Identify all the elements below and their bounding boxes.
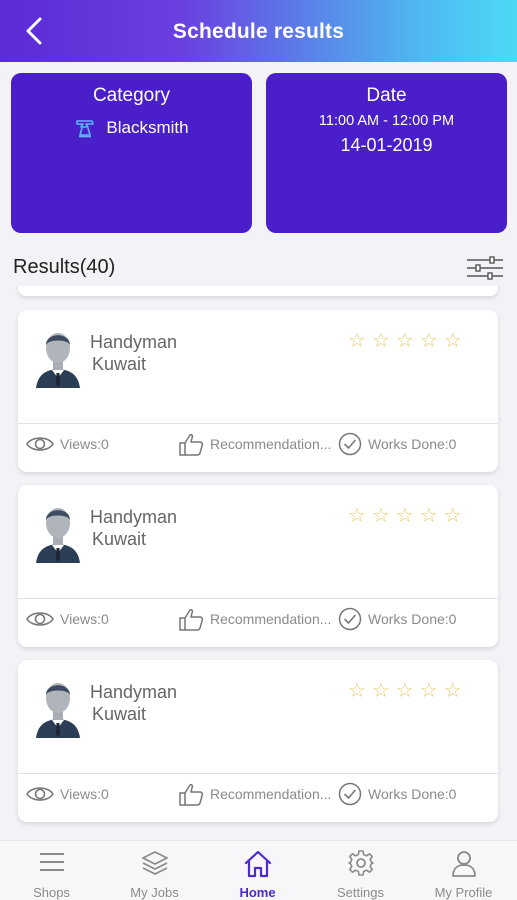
header-bar: Schedule results <box>0 0 517 62</box>
views-count: Views:0 <box>60 436 109 452</box>
thumbs-up-icon <box>179 434 204 456</box>
divider <box>18 423 498 424</box>
thumbs-up-icon <box>179 609 204 631</box>
eye-icon <box>26 437 54 451</box>
tab-label: Settings <box>337 885 384 900</box>
check-circle-icon <box>338 782 362 806</box>
tab-label: My Profile <box>434 885 493 900</box>
tab-settings[interactable]: Settings <box>309 841 412 900</box>
star-icon: ☆ <box>419 330 438 352</box>
result-name: Handyman <box>90 332 178 352</box>
star-icon: ☆ <box>443 505 462 527</box>
partial-result-card <box>18 286 498 296</box>
avatar <box>36 683 80 738</box>
tab-home[interactable]: Home <box>206 841 309 900</box>
rating-stars: ☆ ☆ ☆ ☆ ☆ <box>348 505 462 527</box>
views-stat[interactable]: Views:0 <box>26 779 109 809</box>
results-bar: Results(40) <box>0 250 517 286</box>
page-title: Schedule results <box>172 20 345 43</box>
eye-icon <box>26 612 54 626</box>
recommendations-text: Recommendation... <box>210 436 332 452</box>
results-count: Results(40) <box>13 256 116 278</box>
date-value: 14-01-2019 <box>340 135 433 155</box>
bottom-tab-bar: Shops My Jobs Home Settings My Profile <box>0 840 517 900</box>
star-icon: ☆ <box>395 505 414 527</box>
check-circle-icon <box>338 432 362 456</box>
category-value: Blacksmith <box>106 118 189 137</box>
star-icon: ☆ <box>348 330 366 352</box>
thumbs-up-icon <box>179 784 204 806</box>
works-done-stat[interactable]: Works Done:0 <box>338 429 456 459</box>
works-done-count: Works Done:0 <box>368 611 457 627</box>
recommendations-text: Recommendation... <box>210 786 332 802</box>
tab-my-jobs[interactable]: My Jobs <box>103 841 206 900</box>
works-done-stat[interactable]: Works Done:0 <box>338 604 456 634</box>
star-icon: ☆ <box>443 680 462 702</box>
star-icon: ☆ <box>371 505 390 527</box>
result-card[interactable]: Handyman Kuwait ☆ ☆ ☆ ☆ ☆ Views:0 Recomm… <box>18 310 498 472</box>
eye-icon <box>26 787 54 801</box>
menu-icon <box>39 853 64 871</box>
star-icon: ☆ <box>371 330 390 352</box>
star-icon: ☆ <box>371 680 390 702</box>
recommendations-stat[interactable]: Recommendation... <box>178 604 338 634</box>
views-count: Views:0 <box>60 611 109 627</box>
user-icon <box>451 851 476 877</box>
recommendations-stat[interactable]: Recommendation... <box>178 429 338 459</box>
result-name: Handyman <box>90 682 178 702</box>
star-icon: ☆ <box>395 680 414 702</box>
result-location: Kuwait <box>92 704 147 724</box>
results-list[interactable]: Handyman Kuwait ☆ ☆ ☆ ☆ ☆ Views:0 Recomm… <box>0 286 517 840</box>
sliders-icon <box>467 256 503 280</box>
star-icon: ☆ <box>419 680 438 702</box>
works-done-stat[interactable]: Works Done:0 <box>338 779 456 809</box>
tab-label: Shops <box>33 885 70 900</box>
recommendations-text: Recommendation... <box>210 611 332 627</box>
category-label: Category <box>92 85 171 106</box>
star-icon: ☆ <box>419 505 438 527</box>
anvil-icon <box>76 120 95 138</box>
recommendations-stat[interactable]: Recommendation... <box>178 779 338 809</box>
filter-button[interactable] <box>466 256 504 280</box>
tab-label: Home <box>239 885 276 900</box>
tab-my-profile[interactable]: My Profile <box>412 841 515 900</box>
works-done-count: Works Done:0 <box>368 786 457 802</box>
views-stat[interactable]: Views:0 <box>26 604 109 634</box>
time-range: 11:00 AM - 12:00 PM <box>318 113 455 129</box>
rating-stars: ☆ ☆ ☆ ☆ ☆ <box>348 680 462 702</box>
divider <box>18 598 498 599</box>
views-stat[interactable]: Views:0 <box>26 429 109 459</box>
date-card: Date 11:00 AM - 12:00 PM 14-01-2019 <box>266 73 507 233</box>
layers-icon <box>141 851 168 875</box>
category-card: Category Blacksmith <box>11 73 252 233</box>
result-location: Kuwait <box>92 354 147 374</box>
views-count: Views:0 <box>60 786 109 802</box>
result-card[interactable]: Handyman Kuwait ☆ ☆ ☆ ☆ ☆ Views:0 Recomm… <box>18 660 498 822</box>
works-done-count: Works Done:0 <box>368 436 457 452</box>
home-icon <box>244 850 271 878</box>
star-icon: ☆ <box>348 505 366 527</box>
check-circle-icon <box>338 607 362 631</box>
avatar <box>36 508 80 563</box>
tab-label: My Jobs <box>130 885 179 900</box>
star-icon: ☆ <box>348 680 366 702</box>
result-card[interactable]: Handyman Kuwait ☆ ☆ ☆ ☆ ☆ Views:0 Recomm… <box>18 485 498 647</box>
divider <box>18 773 498 774</box>
star-icon: ☆ <box>395 330 414 352</box>
star-icon: ☆ <box>443 330 462 352</box>
result-location: Kuwait <box>92 529 147 549</box>
date-label: Date <box>366 85 407 106</box>
avatar <box>36 333 80 388</box>
rating-stars: ☆ ☆ ☆ ☆ ☆ <box>348 330 462 352</box>
result-name: Handyman <box>90 507 178 527</box>
gear-icon <box>347 850 374 876</box>
tab-shops[interactable]: Shops <box>0 841 103 900</box>
